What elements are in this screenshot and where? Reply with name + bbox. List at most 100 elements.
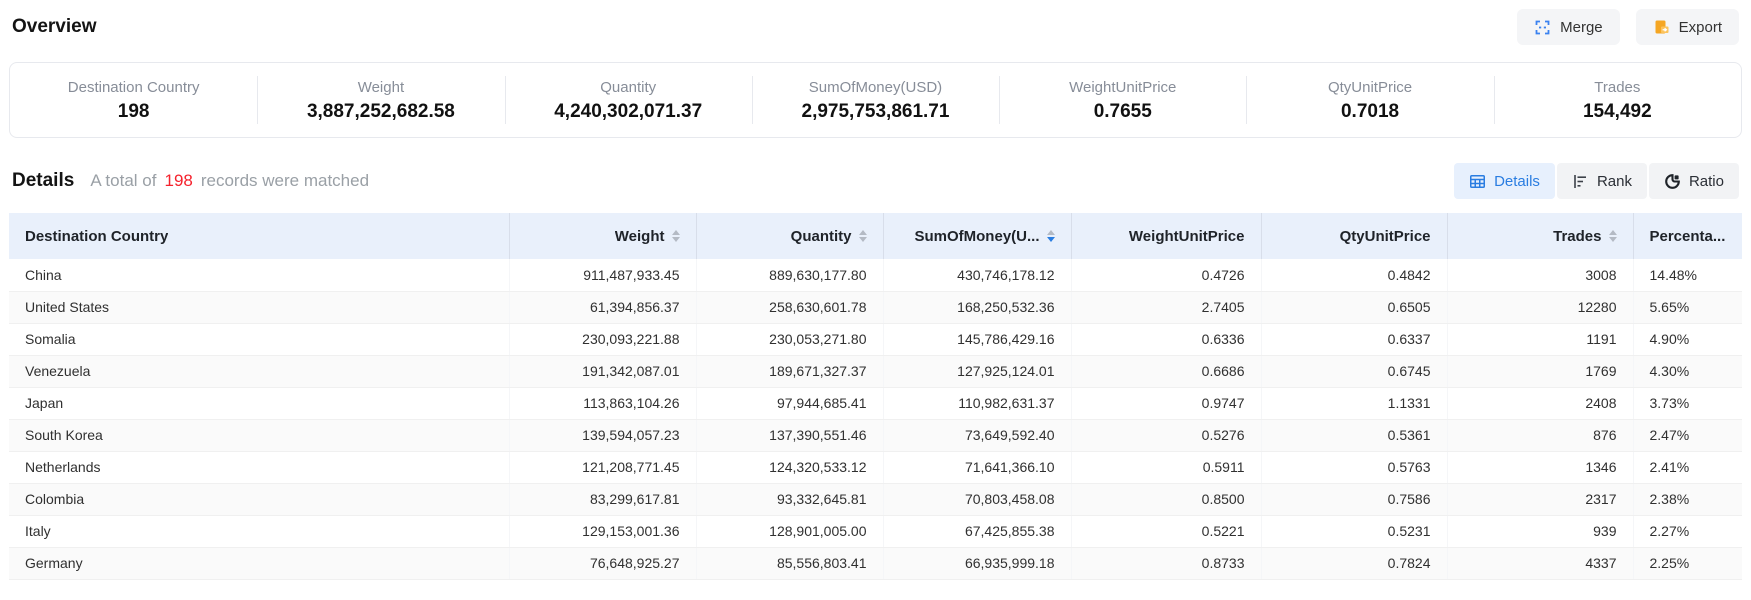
cell-qtyunitprice: 0.6337 <box>1261 323 1447 355</box>
cell-qtyunitprice: 0.6505 <box>1261 291 1447 323</box>
sort-caret-down-icon <box>1609 237 1617 242</box>
stats-card: Destination Country 198 Weight 3,887,252,68… <box>9 62 1742 138</box>
table-row-china[interactable]: China911,487,933.45889,630,177.80430,746… <box>9 259 1742 291</box>
cell-weightunitprice: 0.8733 <box>1071 547 1261 579</box>
stat-value: 198 <box>118 102 150 121</box>
cell-destination-country: Japan <box>9 387 509 419</box>
cell-weight: 191,342,087.01 <box>509 355 696 387</box>
cell-quantity: 97,944,685.41 <box>696 387 883 419</box>
cell-percenta: 2.27% <box>1633 515 1742 547</box>
column-header-destination-country: Destination Country <box>9 213 509 259</box>
table-row-somalia[interactable]: Somalia230,093,221.88230,053,271.80145,7… <box>9 323 1742 355</box>
cell-weightunitprice: 0.8500 <box>1071 483 1261 515</box>
view-button-rank[interactable]: Rank <box>1557 163 1647 199</box>
cell-sumofmoney-u: 67,425,855.38 <box>883 515 1071 547</box>
stat-label: Quantity <box>600 80 656 95</box>
page: Overview Merge <box>0 0 1751 580</box>
sort-icon[interactable] <box>859 230 867 242</box>
cell-percenta: 4.30% <box>1633 355 1742 387</box>
view-button-label: Ratio <box>1689 173 1724 190</box>
table-row-united-states[interactable]: United States61,394,856.37258,630,601.78… <box>9 291 1742 323</box>
view-button-label: Rank <box>1597 173 1632 190</box>
summary-suffix: records were matched <box>201 171 369 190</box>
cell-weight: 911,487,933.45 <box>509 259 696 291</box>
view-button-label: Details <box>1494 173 1540 190</box>
sort-caret-up-icon <box>1047 230 1055 235</box>
page-title: Overview <box>12 16 97 38</box>
column-label: Destination Country <box>25 228 168 245</box>
table-row-colombia[interactable]: Colombia83,299,617.8193,332,645.8170,803… <box>9 483 1742 515</box>
cell-destination-country: Netherlands <box>9 451 509 483</box>
table-row-south-korea[interactable]: South Korea139,594,057.23137,390,551.467… <box>9 419 1742 451</box>
export-icon <box>1653 19 1670 36</box>
cell-destination-country: United States <box>9 291 509 323</box>
stat-value: 0.7018 <box>1341 102 1399 121</box>
column-header-quantity[interactable]: Quantity <box>696 213 883 259</box>
cell-weightunitprice: 2.7405 <box>1071 291 1261 323</box>
cell-weightunitprice: 0.9747 <box>1071 387 1261 419</box>
table-row-netherlands[interactable]: Netherlands121,208,771.45124,320,533.127… <box>9 451 1742 483</box>
export-button[interactable]: Export <box>1636 9 1739 45</box>
cell-trades: 939 <box>1447 515 1633 547</box>
stat-cell-qtyunitprice: QtyUnitPrice 0.7018 <box>1246 63 1493 137</box>
cell-trades: 1346 <box>1447 451 1633 483</box>
sort-caret-up-icon <box>859 230 867 235</box>
cell-weight: 121,208,771.45 <box>509 451 696 483</box>
stat-cell-sumofmoney-usd: SumOfMoney(USD)2,975,753,861.71 <box>752 63 999 137</box>
stat-label: QtyUnitPrice <box>1328 80 1412 95</box>
stat-cell-weightunitprice: WeightUnitPrice0.7655 <box>999 63 1246 137</box>
cell-sumofmoney-u: 71,641,366.10 <box>883 451 1071 483</box>
sort-icon[interactable] <box>672 230 680 242</box>
details-header: Details A total of198records were matche… <box>12 170 369 192</box>
column-label: Percenta... <box>1650 228 1726 245</box>
cell-weightunitprice: 0.6686 <box>1071 355 1261 387</box>
cell-weight: 76,648,925.27 <box>509 547 696 579</box>
cell-weight: 83,299,617.81 <box>509 483 696 515</box>
cell-destination-country: Italy <box>9 515 509 547</box>
view-button-details[interactable]: Details <box>1454 163 1555 199</box>
table-row-germany[interactable]: Germany76,648,925.2785,556,803.4166,935,… <box>9 547 1742 579</box>
cell-quantity: 128,901,005.00 <box>696 515 883 547</box>
view-button-ratio[interactable]: Ratio <box>1649 163 1739 199</box>
cell-quantity: 230,053,271.80 <box>696 323 883 355</box>
cell-trades: 4337 <box>1447 547 1633 579</box>
cell-quantity: 85,556,803.41 <box>696 547 883 579</box>
table-header-row: Destination Country Weight Quantity SumOfMo… <box>9 213 1742 259</box>
topbar: Overview Merge <box>9 0 1742 54</box>
cell-quantity: 124,320,533.12 <box>696 451 883 483</box>
cell-qtyunitprice: 1.1331 <box>1261 387 1447 419</box>
table-row-italy[interactable]: Italy129,153,001.36128,901,005.0067,425,… <box>9 515 1742 547</box>
cell-sumofmoney-u: 127,925,124.01 <box>883 355 1071 387</box>
column-header-weight[interactable]: Weight <box>509 213 696 259</box>
column-header-sumofmoney-u[interactable]: SumOfMoney(U... <box>883 213 1071 259</box>
stat-label: WeightUnitPrice <box>1069 80 1176 95</box>
column-label: Quantity <box>791 228 852 245</box>
stat-value: 3,887,252,682.58 <box>307 102 455 121</box>
cell-destination-country: South Korea <box>9 419 509 451</box>
cell-quantity: 137,390,551.46 <box>696 419 883 451</box>
stat-label: Weight <box>358 80 404 95</box>
merge-button[interactable]: Merge <box>1517 9 1620 45</box>
column-header-trades[interactable]: Trades <box>1447 213 1633 259</box>
cell-sumofmoney-u: 145,786,429.16 <box>883 323 1071 355</box>
cell-percenta: 2.38% <box>1633 483 1742 515</box>
cell-qtyunitprice: 0.6745 <box>1261 355 1447 387</box>
cell-quantity: 258,630,601.78 <box>696 291 883 323</box>
cell-percenta: 2.47% <box>1633 419 1742 451</box>
cell-destination-country: Germany <box>9 547 509 579</box>
stat-label: Destination Country <box>68 80 200 95</box>
table-row-japan[interactable]: Japan113,863,104.2697,944,685.41110,982,… <box>9 387 1742 419</box>
cell-weight: 61,394,856.37 <box>509 291 696 323</box>
stat-value: 2,975,753,861.71 <box>802 102 950 121</box>
sort-caret-down-icon <box>1047 237 1055 242</box>
table-row-venezuela[interactable]: Venezuela191,342,087.01189,671,327.37127… <box>9 355 1742 387</box>
cell-trades: 1191 <box>1447 323 1633 355</box>
table-body: China911,487,933.45889,630,177.80430,746… <box>9 259 1742 579</box>
cell-qtyunitprice: 0.4842 <box>1261 259 1447 291</box>
sort-icon[interactable] <box>1609 230 1617 242</box>
record-count: 198 <box>164 171 192 190</box>
cell-qtyunitprice: 0.5361 <box>1261 419 1447 451</box>
cell-weightunitprice: 0.5276 <box>1071 419 1261 451</box>
sort-icon[interactable] <box>1047 230 1055 242</box>
summary-prefix: A total of <box>90 171 156 190</box>
